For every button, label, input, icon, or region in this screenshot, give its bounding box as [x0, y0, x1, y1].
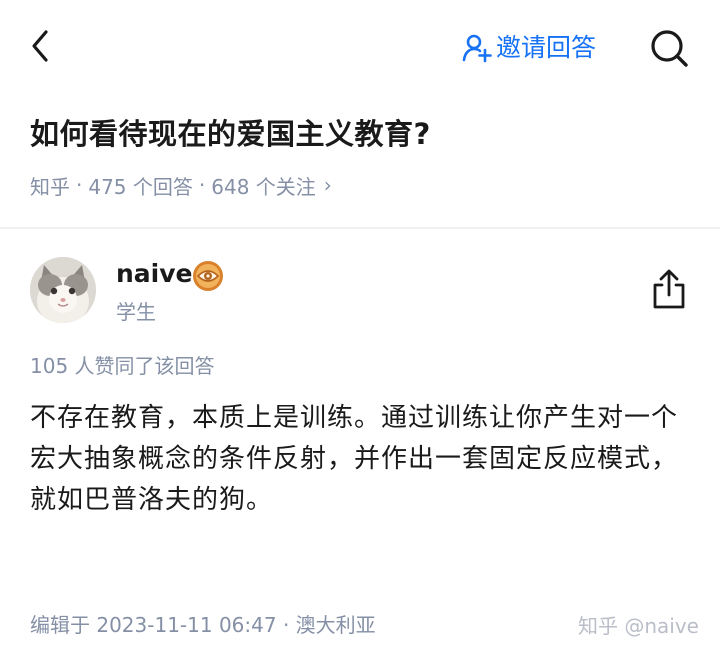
back-arrow-icon [32, 30, 48, 62]
search-icon [651, 30, 688, 67]
vote-count-text: 105 人赞同了该回答 [30, 354, 215, 378]
answer-page: 邀请回答 如何看待现在的爱国主义教育? 知乎 · 475 个回答 · 648 个… [0, 0, 720, 658]
share-icon [653, 269, 685, 309]
eye-badge-icon [192, 260, 224, 292]
source-label: 知乎 [30, 174, 70, 199]
question-title[interactable]: 如何看待现在的爱国主义教育? [30, 111, 690, 157]
cat-avatar-image [30, 257, 96, 323]
person-add-icon [462, 34, 492, 63]
back-button[interactable] [24, 26, 60, 66]
author-bio: 学生 [116, 300, 156, 324]
invite-answer-button[interactable]: 邀请回答 [462, 30, 596, 66]
meta-separator: · [198, 173, 206, 197]
author-name[interactable]: naive [116, 256, 193, 292]
question-meta[interactable]: 知乎 · 475 个回答 · 648 个关注 › [30, 168, 332, 202]
answer-count: 475 个回答 [88, 174, 193, 199]
answer-content: 不存在教育，本质上是训练。通过训练让你产生对一个宏大抽象概念的条件反射，并作出一… [30, 403, 679, 515]
search-button[interactable] [648, 27, 690, 69]
watermark: 知乎 @naive [578, 614, 699, 638]
chevron-right-icon: › [323, 173, 332, 197]
invite-answer-label: 邀请回答 [496, 33, 597, 62]
follow-count: 648 个关注 [211, 174, 316, 199]
top-navigation-bar: 邀请回答 [0, 0, 720, 96]
avatar[interactable] [30, 257, 96, 323]
meta-separator: · [76, 173, 83, 197]
edit-time: 编辑于 2023-11-11 06:47 · 澳大利亚 [30, 613, 376, 637]
share-button[interactable] [650, 268, 688, 310]
section-divider [0, 227, 720, 229]
